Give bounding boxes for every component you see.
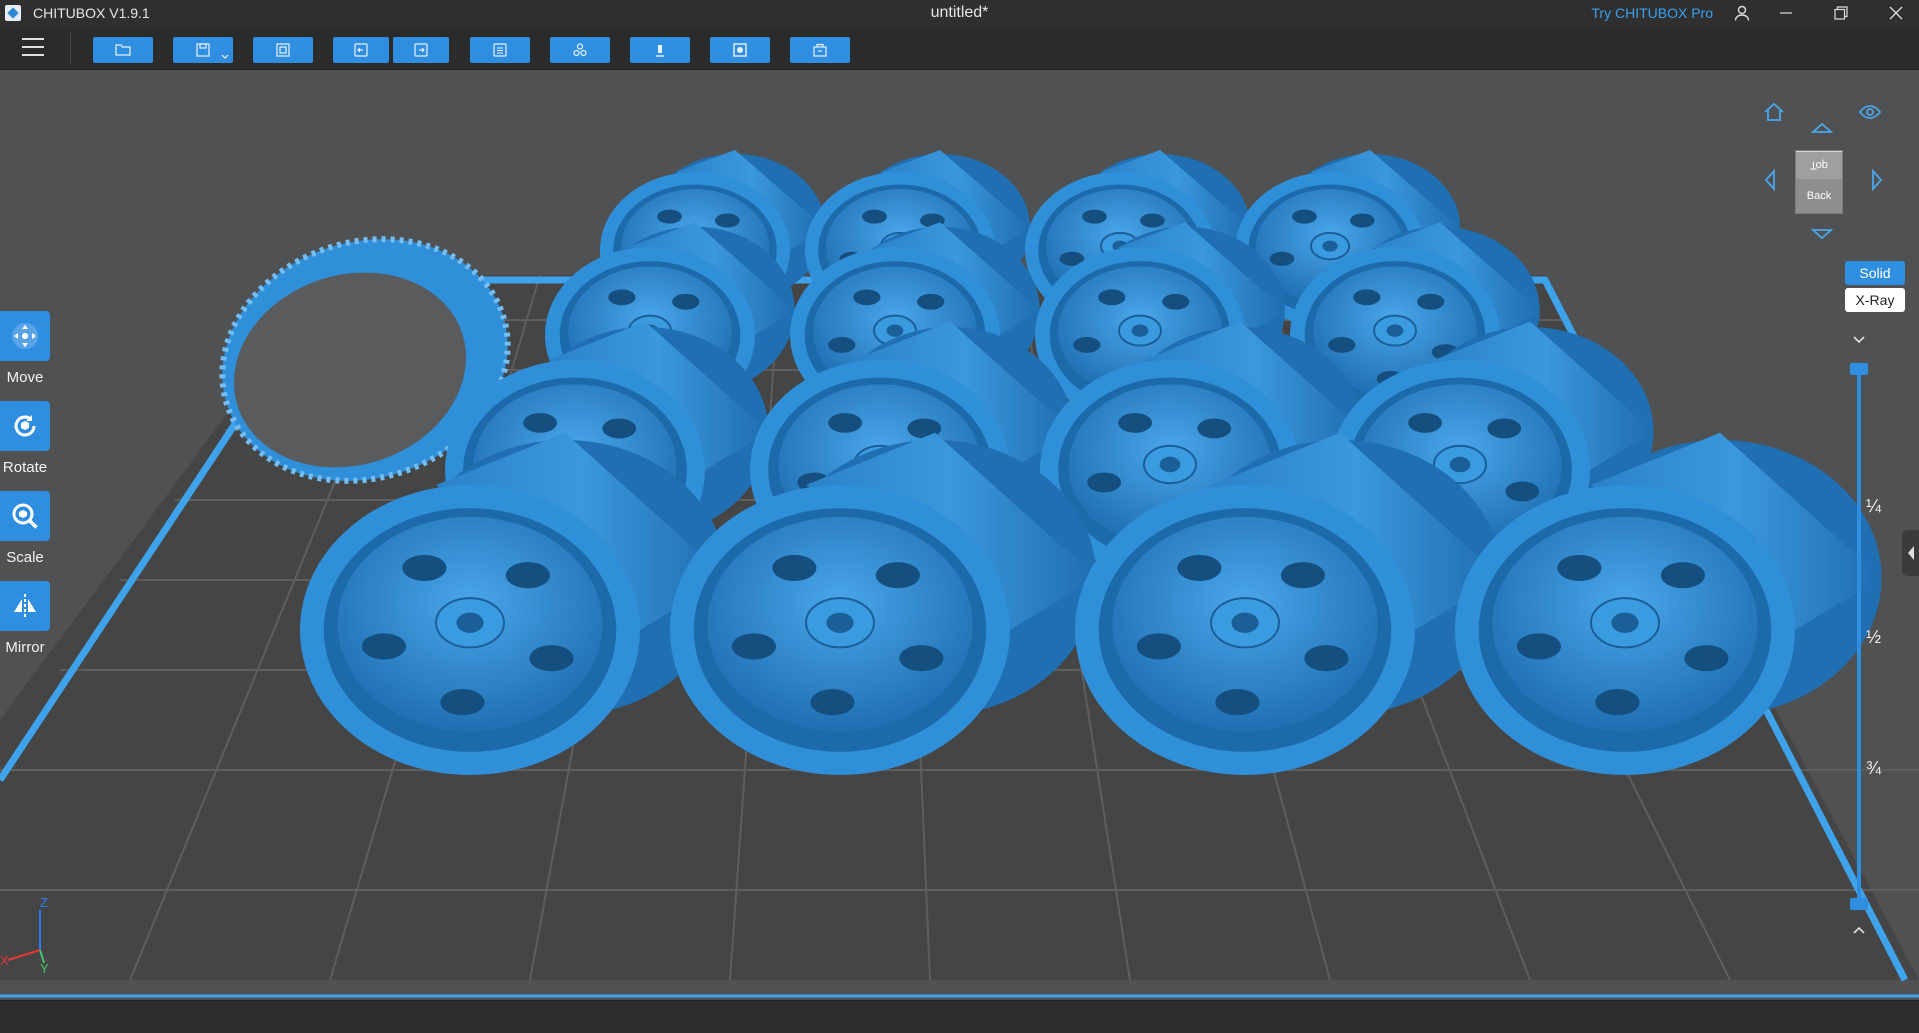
wheel-models[interactable] xyxy=(300,150,1882,775)
home-view-icon[interactable] xyxy=(1762,100,1786,124)
chevron-up-icon[interactable] xyxy=(1852,925,1866,935)
axis-indicator: Z X Y xyxy=(0,895,49,975)
mirror-tool[interactable]: Mirror xyxy=(0,581,50,656)
slice-button[interactable] xyxy=(790,37,850,63)
slider-tick-three-quarter: ¾ xyxy=(1866,758,1882,778)
menu-icon[interactable] xyxy=(22,38,44,58)
arrange-icon xyxy=(573,43,587,57)
app-logo-icon xyxy=(5,5,21,21)
view-cube-top[interactable]: Top xyxy=(1796,151,1842,179)
close-icon xyxy=(1889,6,1903,20)
move-icon xyxy=(12,323,38,349)
save-button[interactable] xyxy=(173,37,233,63)
axis-z-label: Z xyxy=(40,895,48,910)
view-cube-back[interactable]: Back xyxy=(1796,179,1842,213)
mirror-icon xyxy=(14,594,36,618)
xray-mode-button[interactable]: X-Ray xyxy=(1845,288,1905,312)
axis-x-label: X xyxy=(0,953,9,968)
arrange-button[interactable] xyxy=(550,37,610,63)
scale-tool[interactable]: Scale xyxy=(0,491,50,566)
chevron-down-icon[interactable] xyxy=(221,54,229,60)
scale-label: Scale xyxy=(6,549,44,566)
scale-icon xyxy=(12,503,38,529)
move-tool[interactable]: Move xyxy=(0,311,50,386)
hollow-icon xyxy=(733,43,747,57)
screenshot-button[interactable] xyxy=(253,37,313,63)
slider-tick-quarter: ¼ xyxy=(1866,496,1882,516)
minimize-button[interactable] xyxy=(1763,0,1809,26)
rotate-right-icon[interactable] xyxy=(1863,168,1887,192)
3d-viewport[interactable]: Z X Y xyxy=(0,70,1919,1000)
open-file-button[interactable] xyxy=(93,37,153,63)
hollow-button[interactable] xyxy=(710,37,770,63)
layers-button[interactable] xyxy=(470,37,530,63)
undo-button[interactable] xyxy=(333,37,389,63)
restore-icon xyxy=(1834,6,1848,20)
app-name: CHITUBOX V1.9.1 xyxy=(33,5,150,21)
slider-tick-half: ½ xyxy=(1866,627,1882,647)
rotate-label: Rotate xyxy=(2,459,48,476)
support-icon xyxy=(656,45,664,57)
solid-mode-button[interactable]: Solid xyxy=(1845,261,1905,285)
rotate-down-icon[interactable] xyxy=(1810,220,1834,244)
move-label: Move xyxy=(6,369,44,386)
eye-icon[interactable] xyxy=(1858,100,1882,124)
supports-button[interactable] xyxy=(630,37,690,63)
save-icon xyxy=(196,43,210,57)
layer-slider-track[interactable] xyxy=(1857,368,1861,904)
close-button[interactable] xyxy=(1873,0,1919,26)
main-toolbar xyxy=(0,26,1919,70)
toolbar-divider xyxy=(70,32,71,64)
rotate-tool[interactable]: Rotate xyxy=(0,401,50,476)
title-bar: CHITUBOX V1.9.1 untitled* Try CHITUBOX P… xyxy=(0,0,1919,26)
folder-icon xyxy=(115,44,131,56)
chevron-left-icon xyxy=(1907,546,1914,560)
user-icon[interactable] xyxy=(1733,4,1751,22)
try-pro-link[interactable]: Try CHITUBOX Pro xyxy=(1591,5,1713,21)
side-panel-toggle[interactable] xyxy=(1902,530,1919,576)
axis-y-label: Y xyxy=(40,961,49,975)
redo-button[interactable] xyxy=(393,37,449,63)
redo-icon xyxy=(414,43,428,57)
rotate-icon xyxy=(14,415,36,437)
layer-slider-bottom-thumb[interactable] xyxy=(1850,898,1868,910)
layer-slider-top-thumb[interactable] xyxy=(1850,363,1868,375)
minimize-icon xyxy=(1780,12,1792,14)
chevron-down-icon[interactable] xyxy=(1852,335,1866,345)
slice-icon xyxy=(813,43,827,57)
restore-button[interactable] xyxy=(1818,0,1864,26)
list-icon xyxy=(493,43,507,57)
rotate-up-icon[interactable] xyxy=(1810,118,1834,142)
build-plate-scene[interactable] xyxy=(0,70,1919,1000)
undo-icon xyxy=(354,43,368,57)
mirror-label: Mirror xyxy=(5,639,45,656)
frame-icon xyxy=(276,43,290,57)
view-cube[interactable]: Top Back xyxy=(1795,150,1843,214)
rotate-left-icon[interactable] xyxy=(1760,168,1784,192)
status-bar xyxy=(0,1000,1919,1033)
